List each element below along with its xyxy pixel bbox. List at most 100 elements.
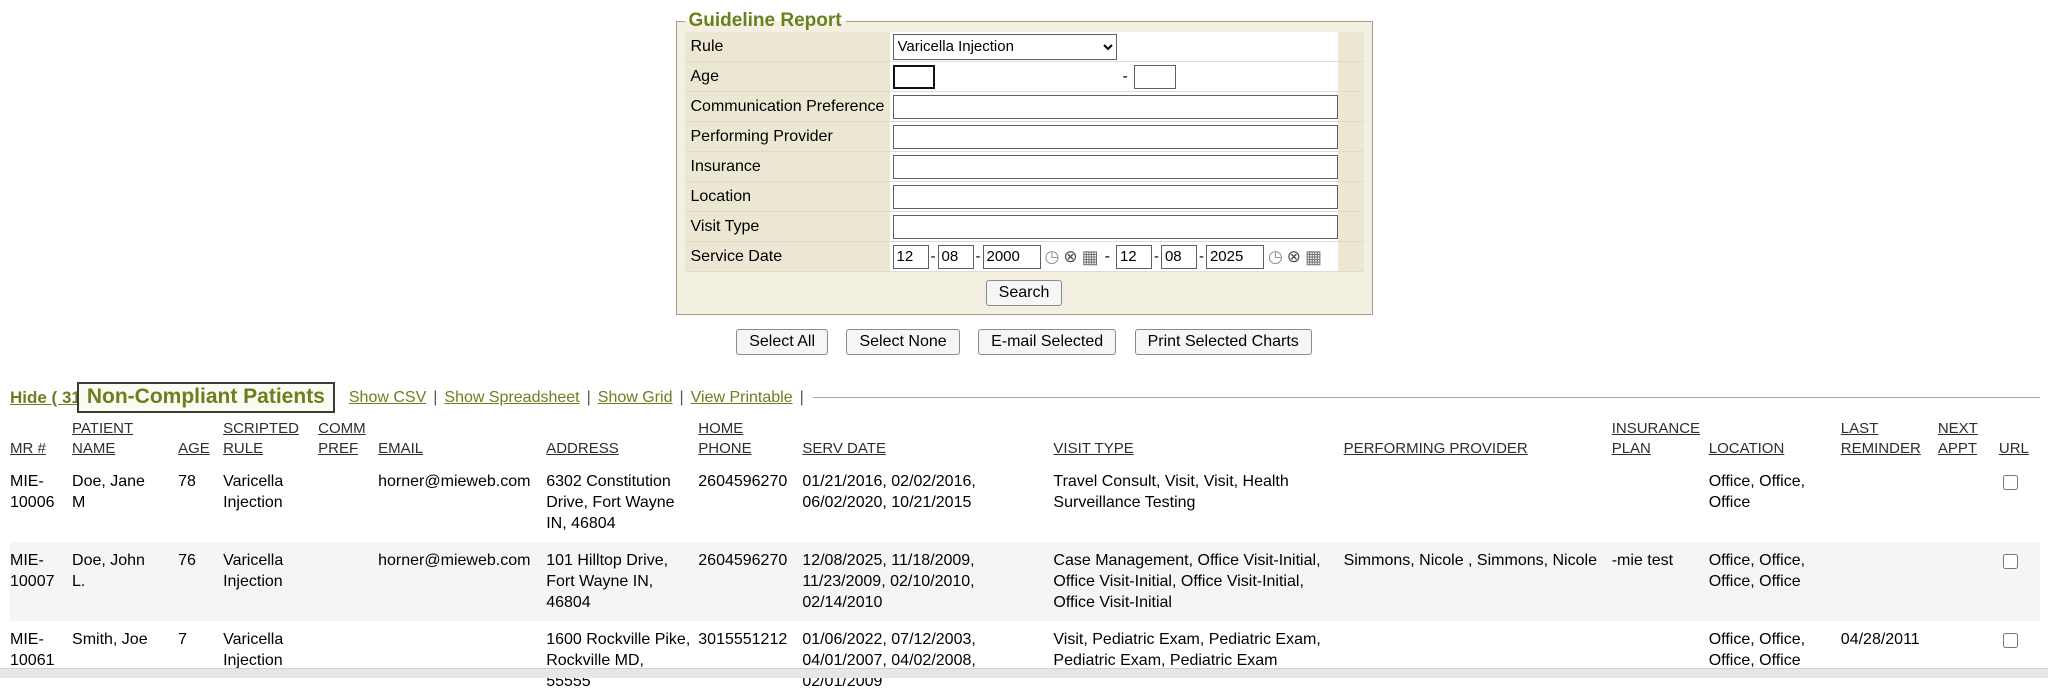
col-header-location[interactable]: LOCATION bbox=[1709, 417, 1841, 463]
table-row: MIE-10006 Doe, Jane M 78 Varicella Injec… bbox=[10, 463, 2040, 542]
cell-insurance-plan: -mie test bbox=[1612, 542, 1709, 621]
cell-last-reminder bbox=[1841, 463, 1938, 542]
clear-icon[interactable]: ⊗ bbox=[1287, 248, 1301, 265]
date-dash: - bbox=[1154, 248, 1159, 265]
cell-age: 76 bbox=[178, 542, 223, 621]
col-header-patient-name[interactable]: PATIENTNAME bbox=[72, 417, 178, 463]
location-label: Location bbox=[685, 182, 890, 211]
service-date-from-year-input[interactable] bbox=[983, 245, 1041, 269]
email-selected-button[interactable]: E-mail Selected bbox=[978, 329, 1116, 355]
cell-next-appt bbox=[1938, 621, 1999, 700]
cell-home-phone: 2604596270 bbox=[698, 463, 802, 542]
service-date-from-month-input[interactable] bbox=[893, 245, 929, 269]
service-date-to-month-input[interactable] bbox=[1116, 245, 1152, 269]
cell-email: horner@mieweb.com bbox=[378, 463, 546, 542]
cell-patient-name: Doe, Jane M bbox=[72, 463, 178, 542]
cell-mr-number: MIE-10006 bbox=[10, 463, 72, 542]
cell-scripted-rule: Varicella Injection bbox=[223, 463, 318, 542]
cell-performing-provider: Simmons, Nicole , Simmons, Nicole bbox=[1344, 542, 1612, 621]
rule-select[interactable]: Varicella Injection bbox=[893, 34, 1117, 60]
view-printable-link[interactable]: View Printable bbox=[691, 389, 793, 407]
age-label: Age bbox=[685, 62, 890, 91]
col-header-serv-date[interactable]: SERV DATE bbox=[802, 417, 1053, 463]
col-header-scripted-rule[interactable]: SCRIPTEDRULE bbox=[223, 417, 318, 463]
performing-provider-label: Performing Provider bbox=[685, 122, 890, 151]
panel-border-line bbox=[813, 397, 2040, 398]
patients-panel-header: Hide ( 31 Non-Compliant Patients Show CS… bbox=[10, 382, 2040, 413]
select-all-button[interactable]: Select All bbox=[736, 329, 828, 355]
cell-visit-type: Visit, Pediatric Exam, Pediatric Exam, P… bbox=[1053, 621, 1343, 700]
link-separator: | bbox=[800, 389, 804, 407]
visit-type-input[interactable] bbox=[893, 215, 1338, 239]
select-patient-checkbox[interactable] bbox=[2003, 633, 2018, 648]
cell-next-appt bbox=[1938, 463, 1999, 542]
service-date-to-year-input[interactable] bbox=[1206, 245, 1264, 269]
calendar-icon[interactable]: ▦ bbox=[1082, 248, 1099, 266]
service-date-label: Service Date bbox=[685, 242, 890, 271]
search-button[interactable]: Search bbox=[986, 280, 1063, 306]
calendar-icon[interactable]: ▦ bbox=[1305, 248, 1322, 266]
age-range-dash: - bbox=[1123, 68, 1128, 86]
page: Guideline Report Rule Varicella Injectio… bbox=[0, 10, 2048, 700]
link-separator: | bbox=[679, 389, 683, 407]
show-grid-link[interactable]: Show Grid bbox=[598, 389, 673, 407]
show-spreadsheet-link[interactable]: Show Spreadsheet bbox=[444, 389, 579, 407]
print-selected-charts-button[interactable]: Print Selected Charts bbox=[1135, 329, 1312, 355]
select-none-button[interactable]: Select None bbox=[846, 329, 959, 355]
cell-comm-pref bbox=[318, 463, 378, 542]
service-date-from-day-input[interactable] bbox=[938, 245, 974, 269]
cell-serv-date: 01/06/2022, 07/12/2003, 04/01/2007, 04/0… bbox=[802, 621, 1053, 700]
hide-link[interactable]: Hide ( 31 bbox=[10, 388, 81, 408]
table-row: MIE-10061 Smith, Joe 7 Varicella Injecti… bbox=[10, 621, 2040, 700]
service-date-range-dash: - bbox=[1105, 248, 1110, 266]
rule-row: Rule Varicella Injection bbox=[685, 32, 1364, 62]
age-row: Age - bbox=[685, 62, 1364, 92]
cell-location: Office, Office, Office bbox=[1709, 463, 1841, 542]
col-header-home-phone[interactable]: HOMEPHONE bbox=[698, 417, 802, 463]
select-patient-checkbox[interactable] bbox=[2003, 475, 2018, 490]
panel-title-box: Non-Compliant Patients bbox=[77, 382, 335, 413]
col-header-last-reminder[interactable]: LASTREMINDER bbox=[1841, 417, 1938, 463]
communication-preference-input[interactable] bbox=[893, 95, 1338, 119]
cell-patient-name: Doe, John L. bbox=[72, 542, 178, 621]
date-dash: - bbox=[976, 248, 981, 265]
location-row: Location bbox=[685, 182, 1364, 212]
date-dash: - bbox=[1199, 248, 1204, 265]
clock-icon[interactable]: ◷ bbox=[1045, 248, 1060, 265]
col-header-comm-pref[interactable]: COMMPREF bbox=[318, 417, 378, 463]
performing-provider-row: Performing Provider bbox=[685, 122, 1364, 152]
clock-icon[interactable]: ◷ bbox=[1268, 248, 1283, 265]
col-header-visit-type[interactable]: VISIT TYPE bbox=[1053, 417, 1343, 463]
col-header-mr-number[interactable]: MR # bbox=[10, 417, 72, 463]
performing-provider-input[interactable] bbox=[893, 125, 1338, 149]
actions-bar: Select All Select None E-mail Selected P… bbox=[0, 329, 2048, 355]
cell-serv-date: 01/21/2016, 02/02/2016, 06/02/2020, 10/2… bbox=[802, 463, 1053, 542]
select-patient-checkbox[interactable] bbox=[2003, 554, 2018, 569]
service-date-row: Service Date - - ◷ ⊗ ▦ - - - bbox=[685, 242, 1364, 272]
clear-icon[interactable]: ⊗ bbox=[1063, 248, 1077, 265]
cell-age: 78 bbox=[178, 463, 223, 542]
insurance-input[interactable] bbox=[893, 155, 1338, 179]
cell-performing-provider bbox=[1344, 621, 1612, 700]
col-header-age[interactable]: AGE bbox=[178, 417, 223, 463]
communication-preference-row: Communication Preference bbox=[685, 92, 1364, 122]
location-input[interactable] bbox=[893, 185, 1338, 209]
cell-insurance-plan bbox=[1612, 463, 1709, 542]
table-row: MIE-10007 Doe, John L. 76 Varicella Inje… bbox=[10, 542, 2040, 621]
col-header-next-appt[interactable]: NEXTAPPT bbox=[1938, 417, 1999, 463]
window-bottom-edge bbox=[0, 668, 2048, 678]
col-header-email[interactable]: EMAIL bbox=[378, 417, 546, 463]
cell-mr-number: MIE-10061 bbox=[10, 621, 72, 700]
cell-insurance-plan bbox=[1612, 621, 1709, 700]
col-header-url[interactable]: URL bbox=[1999, 417, 2040, 463]
col-header-insurance-plan[interactable]: INSURANCEPLAN bbox=[1612, 417, 1709, 463]
table-header-row: MR # PATIENTNAME AGE SCRIPTEDRULE COMMPR… bbox=[10, 417, 2040, 463]
service-date-to-day-input[interactable] bbox=[1161, 245, 1197, 269]
communication-preference-label: Communication Preference bbox=[685, 92, 890, 121]
col-header-address[interactable]: ADDRESS bbox=[546, 417, 698, 463]
cell-address: 6302 Constitution Drive, Fort Wayne IN, … bbox=[546, 463, 698, 542]
age-max-input[interactable] bbox=[1134, 65, 1176, 89]
show-csv-link[interactable]: Show CSV bbox=[349, 389, 426, 407]
col-header-performing-provider[interactable]: PERFORMING PROVIDER bbox=[1344, 417, 1612, 463]
age-min-input[interactable] bbox=[893, 65, 935, 89]
